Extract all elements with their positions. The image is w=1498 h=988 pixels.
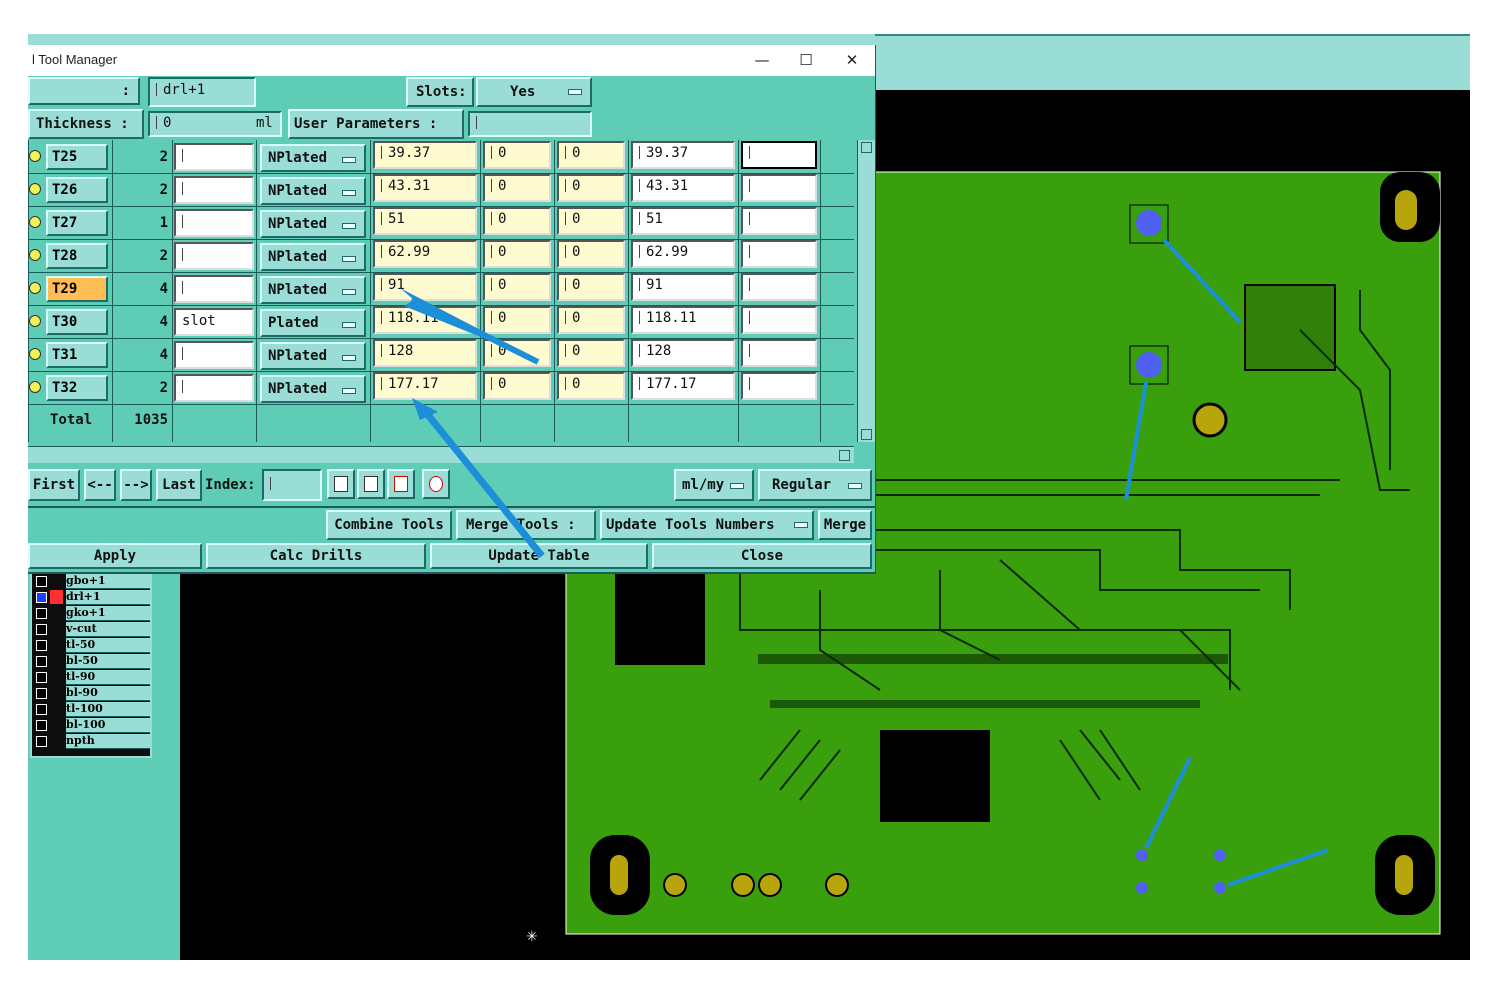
annotation-arrows (400, 288, 545, 559)
